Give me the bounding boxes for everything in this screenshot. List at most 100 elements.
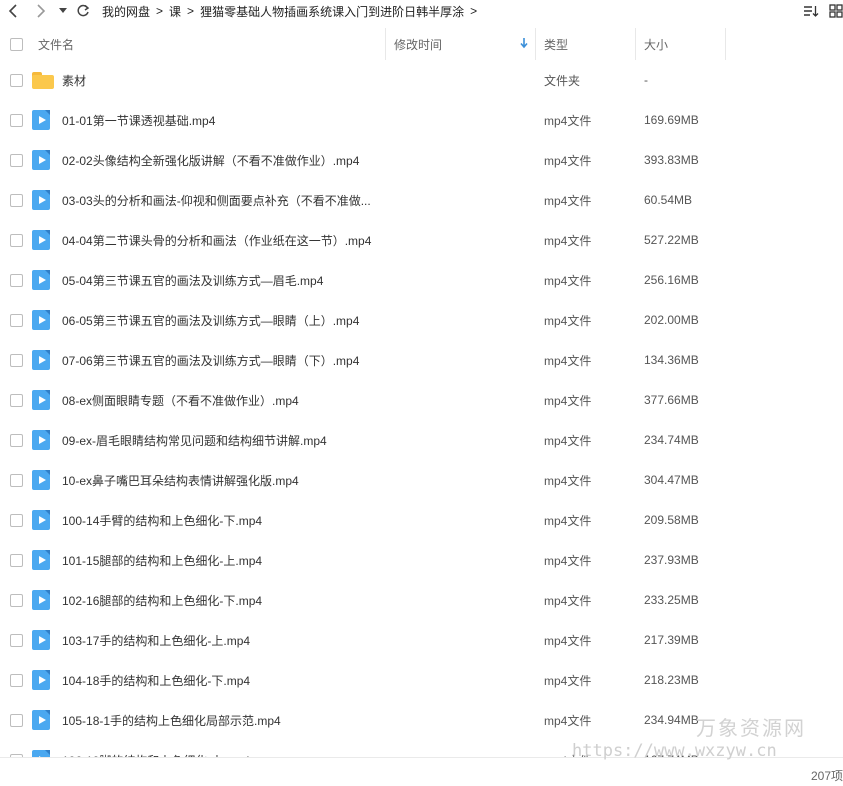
file-row[interactable]: 100-14手臂的结构和上色细化-下.mp4 mp4文件 209.58MB — [0, 500, 843, 540]
file-row[interactable]: 08-ex侧面眼睛专题（不看不准做作业）.mp4 mp4文件 377.66MB — [0, 380, 843, 420]
row-checkbox[interactable] — [9, 713, 23, 727]
sort-list-icon — [804, 6, 819, 17]
row-icon-cell — [30, 150, 60, 170]
file-row[interactable]: 04-04第二节课头骨的分析和画法（作业纸在这一节）.mp4 mp4文件 527.2… — [0, 220, 843, 260]
column-mtime[interactable]: 修改时间 — [386, 28, 536, 60]
row-icon-cell — [30, 430, 60, 450]
row-checkbox[interactable] — [9, 593, 23, 607]
row-icon-cell — [30, 390, 60, 410]
back-button[interactable] — [2, 0, 24, 22]
row-checkbox[interactable] — [9, 193, 23, 207]
video-file-icon — [32, 350, 50, 370]
file-row[interactable]: 03-03头的分析和画法-仰视和侧面要点补充（不看不准做... mp4文件 60.5… — [0, 180, 843, 220]
view-toggle-button[interactable] — [829, 0, 843, 22]
file-name[interactable]: 06-05第三节课五官的画法及训练方式—眼睛（上）.mp4 — [60, 312, 384, 329]
file-row[interactable]: 102-16腿部的结构和上色细化-下.mp4 mp4文件 233.25MB — [0, 580, 843, 620]
row-checkbox[interactable] — [9, 273, 23, 287]
chevron-right-icon — [37, 4, 46, 18]
file-name[interactable]: 07-06第三节课五官的画法及训练方式—眼睛（下）.mp4 — [60, 352, 384, 369]
file-name[interactable]: 104-18手的结构和上色细化-下.mp4 — [60, 672, 384, 689]
forward-button[interactable] — [30, 0, 52, 22]
status-bar: 207项 — [0, 757, 843, 786]
row-checkbox-cell — [0, 713, 30, 727]
row-checkbox[interactable] — [9, 233, 23, 247]
file-name[interactable]: 09-ex-眉毛眼睛结构常见问题和结构细节讲解.mp4 — [60, 432, 384, 449]
file-row[interactable]: 01-01第一节课透视基础.mp4 mp4文件 169.69MB — [0, 100, 843, 140]
file-size: 217.39MB — [644, 633, 699, 647]
select-all-checkbox[interactable] — [9, 37, 23, 51]
video-file-icon — [32, 390, 50, 410]
row-checkbox-cell — [0, 593, 30, 607]
file-row[interactable]: 105-18-1手的结构上色细化局部示范.mp4 mp4文件 234.94MB — [0, 700, 843, 740]
file-row[interactable]: 06-05第三节课五官的画法及训练方式—眼睛（上）.mp4 mp4文件 202.00… — [0, 300, 843, 340]
breadcrumb-item[interactable]: 狸猫零基础人物插画系统课入门到进阶日韩半厚涂 — [198, 3, 466, 20]
video-file-icon — [32, 190, 50, 210]
row-icon-cell — [30, 630, 60, 650]
video-file-icon — [32, 630, 50, 650]
breadcrumb-item[interactable]: 我的网盘 — [100, 3, 152, 20]
file-row[interactable]: 10-ex鼻子嘴巴耳朵结构表情讲解强化版.mp4 mp4文件 304.47MB — [0, 460, 843, 500]
file-name[interactable]: 05-04第三节课五官的画法及训练方式—眉毛.mp4 — [60, 272, 384, 289]
column-type[interactable]: 类型 — [536, 28, 636, 60]
row-checkbox[interactable] — [9, 393, 23, 407]
file-row[interactable]: 104-18手的结构和上色细化-下.mp4 mp4文件 218.23MB — [0, 660, 843, 700]
file-size: 234.74MB — [644, 433, 699, 447]
file-row[interactable]: 101-15腿部的结构和上色细化-上.mp4 mp4文件 237.93MB — [0, 540, 843, 580]
row-icon-cell — [30, 590, 60, 610]
row-checkbox[interactable] — [9, 633, 23, 647]
row-checkbox[interactable] — [9, 353, 23, 367]
file-size: 134.36MB — [644, 353, 699, 367]
chevron-left-icon — [8, 4, 17, 18]
video-file-icon — [32, 550, 50, 570]
file-type: mp4文件 — [544, 593, 592, 608]
file-row[interactable]: 素材 文件夹 - — [0, 60, 843, 100]
file-name[interactable]: 100-14手臂的结构和上色细化-下.mp4 — [60, 512, 384, 529]
file-row[interactable]: 02-02头像结构全新强化版讲解（不看不准做作业）.mp4 mp4文件 393.83… — [0, 140, 843, 180]
file-row[interactable]: 07-06第三节课五官的画法及训练方式—眼睛（下）.mp4 mp4文件 134.36… — [0, 340, 843, 380]
breadcrumb-item[interactable]: 课 — [167, 3, 183, 20]
file-name[interactable]: 04-04第二节课头骨的分析和画法（作业纸在这一节）.mp4 — [60, 232, 384, 249]
file-name[interactable]: 105-18-1手的结构上色细化局部示范.mp4 — [60, 712, 384, 729]
breadcrumb-separator: > — [156, 4, 164, 18]
file-size: 377.66MB — [644, 393, 699, 407]
column-name[interactable]: 文件名 — [30, 28, 386, 60]
row-icon-cell — [30, 710, 60, 730]
row-checkbox[interactable] — [9, 473, 23, 487]
row-checkbox[interactable] — [9, 433, 23, 447]
column-size[interactable]: 大小 — [636, 28, 726, 60]
file-type: mp4文件 — [544, 433, 592, 448]
file-row[interactable]: 09-ex-眉毛眼睛结构常见问题和结构细节讲解.mp4 mp4文件 234.74MB — [0, 420, 843, 460]
row-icon-cell — [30, 270, 60, 290]
file-name[interactable]: 101-15腿部的结构和上色细化-上.mp4 — [60, 552, 384, 569]
file-row[interactable]: 106-19脚的结构和上色细化-上.mp4mp4文件167.74MB — [0, 740, 843, 757]
history-dropdown[interactable] — [56, 0, 70, 22]
file-name[interactable]: 08-ex侧面眼睛专题（不看不准做作业）.mp4 — [60, 392, 384, 409]
file-name[interactable]: 素材 — [60, 72, 384, 89]
file-size: 527.22MB — [644, 233, 699, 247]
file-name[interactable]: 02-02头像结构全新强化版讲解（不看不准做作业）.mp4 — [60, 152, 384, 169]
row-checkbox[interactable] — [9, 673, 23, 687]
row-checkbox-cell — [0, 433, 30, 447]
file-list: 素材 文件夹 - 01-01第一节课透视基础.mp4 mp4文件 169.69MB 02-0… — [0, 60, 843, 757]
file-row[interactable]: 05-04第三节课五官的画法及训练方式—眉毛.mp4 mp4文件 256.16MB — [0, 260, 843, 300]
file-type: mp4文件 — [544, 233, 592, 248]
refresh-button[interactable] — [72, 0, 94, 22]
row-icon-cell — [30, 110, 60, 130]
file-name[interactable]: 103-17手的结构和上色细化-上.mp4 — [60, 632, 384, 649]
file-row[interactable]: 103-17手的结构和上色细化-上.mp4 mp4文件 217.39MB — [0, 620, 843, 660]
file-name[interactable]: 03-03头的分析和画法-仰视和侧面要点补充（不看不准做... — [60, 192, 384, 209]
file-type: mp4文件 — [544, 513, 592, 528]
video-file-icon — [32, 710, 50, 730]
sort-button[interactable] — [801, 0, 821, 22]
file-name[interactable]: 10-ex鼻子嘴巴耳朵结构表情讲解强化版.mp4 — [60, 472, 384, 489]
folder-icon — [32, 71, 54, 89]
row-checkbox[interactable] — [9, 513, 23, 527]
row-checkbox[interactable] — [9, 313, 23, 327]
file-size: 304.47MB — [644, 473, 699, 487]
row-checkbox[interactable] — [9, 73, 23, 87]
file-name[interactable]: 102-16腿部的结构和上色细化-下.mp4 — [60, 592, 384, 609]
row-checkbox[interactable] — [9, 113, 23, 127]
row-checkbox[interactable] — [9, 153, 23, 167]
file-name[interactable]: 01-01第一节课透视基础.mp4 — [60, 112, 384, 129]
row-checkbox[interactable] — [9, 553, 23, 567]
